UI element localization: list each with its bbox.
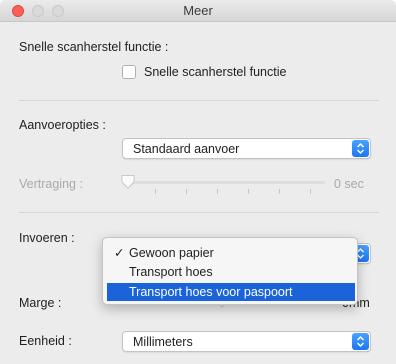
menu-item-carrier-sheet[interactable]: Transport hoes [107,263,355,281]
input-heading: Invoeren : [19,231,75,245]
preferences-window: Meer Snelle scanherstel functie : Snelle… [0,0,396,364]
checkmark-icon: ✓ [114,246,125,260]
menu-item-label: Gewoon papier [129,246,214,260]
menu-item-label: Transport hoes voor paspoort [129,285,293,299]
unit-label: Eenheid : [19,334,72,348]
popup-arrows-icon [352,140,369,157]
slider-tick [186,189,187,194]
slider-tick [279,189,280,194]
feed-options-heading: Aanvoeropties : [19,118,106,132]
margin-label: Marge : [19,296,62,310]
window-title: Meer [183,3,213,18]
section-divider [19,100,379,101]
delay-slider-knob[interactable] [120,174,136,193]
menu-item-passport-carrier-sheet[interactable]: Transport hoes voor paspoort [107,283,355,301]
quick-scan-checkbox-label[interactable]: Snelle scanherstel functie [144,65,286,79]
slider-tick [310,189,311,194]
title-bar: Meer [0,0,396,22]
menu-item-label: Transport hoes [129,265,213,279]
quick-scan-heading: Snelle scanherstel functie : [19,40,169,54]
delay-value: 0 sec [334,177,364,191]
slider-tick [248,189,249,194]
feed-option-value: Standaard aanvoer [133,142,240,156]
menu-item-plain-paper[interactable]: ✓ Gewoon papier [107,244,355,262]
popup-arrows-icon [352,333,369,350]
slider-tick [217,189,218,194]
input-dropdown-menu: ✓ Gewoon papier Transport hoes Transport… [102,237,358,305]
delay-label: Vertraging : [19,177,83,191]
quick-scan-checkbox[interactable] [122,65,136,79]
delay-slider-track [125,181,325,184]
feed-option-popup[interactable]: Standaard aanvoer [122,138,371,159]
section-divider [19,212,379,213]
unit-popup[interactable]: Millimeters [122,331,371,352]
unit-value: Millimeters [133,335,193,349]
slider-tick [155,189,156,194]
